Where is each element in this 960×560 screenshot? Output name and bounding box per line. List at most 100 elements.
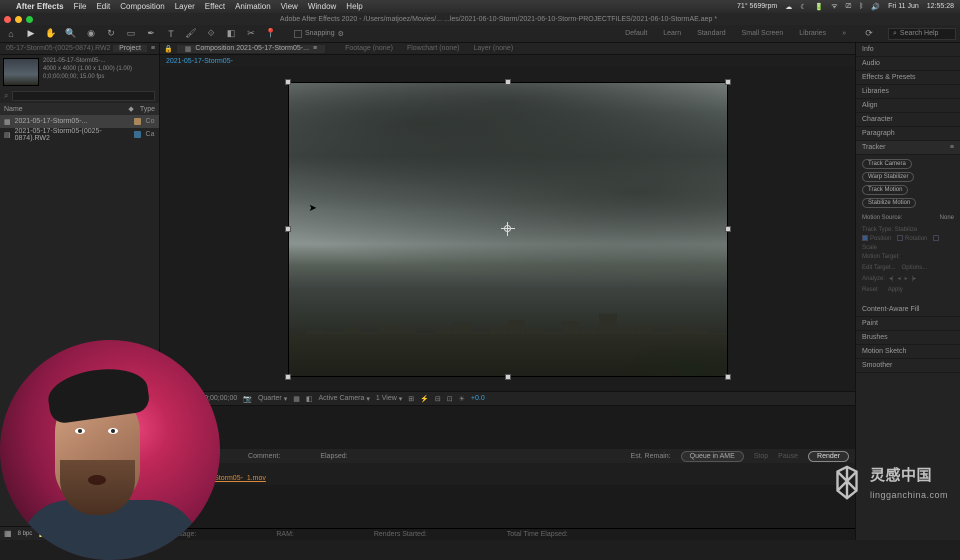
fast-preview-toggle[interactable]: ⚡ <box>420 395 429 403</box>
paint-panel[interactable]: Paint <box>856 317 960 331</box>
workspace-overflow-icon[interactable]: » <box>838 28 850 39</box>
snapping-toggle[interactable]: Snapping ⚙ <box>294 30 344 38</box>
eraser-tool-icon[interactable]: ◧ <box>224 27 238 41</box>
flowchart-tab[interactable]: Flowchart (none) <box>407 45 460 52</box>
character-panel[interactable]: Character <box>856 113 960 127</box>
stabilize-motion-button[interactable]: Stabilize Motion <box>862 198 916 208</box>
workspace-standard[interactable]: Standard <box>693 28 729 39</box>
menu-file[interactable]: File <box>74 2 87 11</box>
resize-handle-br[interactable] <box>725 374 731 380</box>
composition-breadcrumb[interactable]: 2021-05-17-Storm05- <box>160 55 855 67</box>
resolution-dropdown[interactable]: Quarter ▾ <box>258 395 287 403</box>
project-item-comp[interactable]: ▦ 2021-05-17-Storm05-... Co <box>0 115 159 128</box>
resize-handle-ml[interactable] <box>285 226 291 232</box>
transparency-grid-icon[interactable]: ▦ <box>293 395 300 403</box>
hand-tool-icon[interactable]: ✋ <box>44 27 58 41</box>
interpret-footage-icon[interactable]: ▦ <box>4 529 12 538</box>
resize-handle-tm[interactable] <box>505 79 511 85</box>
queue-in-ame-button[interactable]: Queue in AME <box>681 451 744 462</box>
motion-source-dropdown[interactable]: Motion Source: None <box>856 212 960 224</box>
track-camera-button[interactable]: Track Camera <box>862 159 912 169</box>
panel-menu-icon[interactable]: ≡ <box>950 144 954 151</box>
timecode[interactable]: 0;00;00;00 <box>204 395 237 402</box>
close-window[interactable] <box>4 16 11 23</box>
snapping-options-icon[interactable]: ⚙ <box>338 30 344 38</box>
menu-composition[interactable]: Composition <box>120 2 164 11</box>
sync-settings-icon[interactable]: ⟳ <box>862 27 876 41</box>
asset-thumbnail[interactable] <box>3 58 39 86</box>
cloud-sync-icon[interactable]: ☁ <box>785 3 792 11</box>
rotation-tool-icon[interactable]: ↻ <box>104 27 118 41</box>
project-item-footage[interactable]: ▤ 2021-05-17-Storm05-(0025-0874).RW2 Ca <box>0 128 159 141</box>
view-layout-dropdown[interactable]: 1 View ▾ <box>376 395 402 403</box>
pixel-aspect-icon[interactable]: ⊞ <box>408 395 414 403</box>
info-panel[interactable]: Info <box>856 43 960 57</box>
battery-icon[interactable]: 🔋 <box>814 3 823 11</box>
scale-checkbox[interactable] <box>933 235 939 241</box>
render-button[interactable]: Render <box>808 451 849 462</box>
label-color[interactable] <box>134 131 141 138</box>
tracker-panel-header[interactable]: Tracker ≡ <box>856 141 960 155</box>
menu-layer[interactable]: Layer <box>175 2 195 11</box>
workspace-libraries[interactable]: Libraries <box>795 28 830 39</box>
position-checkbox[interactable] <box>862 235 868 241</box>
volume-icon[interactable]: 🔊 <box>871 3 880 11</box>
timeline-icon[interactable]: ⊟ <box>435 395 441 403</box>
bluetooth-icon[interactable]: ᛒ <box>859 3 863 10</box>
smoother-panel[interactable]: Smoother <box>856 359 960 373</box>
wifi-icon[interactable]: ᯤ <box>831 2 837 11</box>
content-aware-fill-panel[interactable]: Content-Aware Fill <box>856 303 960 317</box>
motion-sketch-panel[interactable]: Motion Sketch <box>856 345 960 359</box>
camera-dropdown[interactable]: Active Camera ▾ <box>318 395 369 403</box>
selection-tool-icon[interactable]: ▶ <box>24 27 38 41</box>
clone-stamp-icon[interactable]: ⟐ <box>204 27 218 41</box>
pen-tool-icon[interactable]: ✒ <box>144 27 158 41</box>
align-panel[interactable]: Align <box>856 99 960 113</box>
exposure-value[interactable]: +0.0 <box>471 395 485 402</box>
footage-viewer-tab[interactable]: Footage (none) <box>345 45 393 52</box>
moon-icon[interactable]: ☾ <box>800 3 806 11</box>
brushes-panel[interactable]: Brushes <box>856 331 960 345</box>
audio-panel[interactable]: Audio <box>856 57 960 71</box>
mask-toggle-icon[interactable]: ◧ <box>306 395 313 403</box>
workspace-small[interactable]: Small Screen <box>738 28 788 39</box>
resize-handle-tr[interactable] <box>725 79 731 85</box>
rotation-checkbox[interactable] <box>897 235 903 241</box>
snapshot-icon[interactable]: 📷 <box>243 395 252 403</box>
panel-menu-icon[interactable]: ≡ <box>313 45 317 52</box>
roto-brush-icon[interactable]: ✂ <box>244 27 258 41</box>
project-tab[interactable]: Project <box>113 45 147 52</box>
resize-handle-bl[interactable] <box>285 374 291 380</box>
exposure-icon[interactable]: ☀ <box>459 395 465 403</box>
col-type[interactable]: Type <box>140 106 155 113</box>
panel-menu-icon[interactable]: ≡ <box>147 45 159 52</box>
menubar-time[interactable]: 12:55:28 <box>927 3 954 10</box>
paragraph-panel[interactable]: Paragraph <box>856 127 960 141</box>
flowchart-icon[interactable]: ⊡ <box>447 395 453 403</box>
menu-view[interactable]: View <box>281 2 298 11</box>
canvas[interactable]: ➤ <box>288 82 728 377</box>
resize-handle-tl[interactable] <box>285 79 291 85</box>
layer-viewer-tab[interactable]: Layer (none) <box>473 45 513 52</box>
col-label-icon[interactable]: ◆ <box>128 105 133 113</box>
brush-tool-icon[interactable]: 🖌 <box>184 27 198 41</box>
project-search-icon[interactable]: ⌕ <box>4 91 8 101</box>
anchor-point[interactable] <box>501 222 515 236</box>
search-help-input[interactable]: ⌕ Search Help <box>888 28 956 40</box>
effects-presets-panel[interactable]: Effects & Presets <box>856 71 960 85</box>
project-search-input[interactable] <box>12 91 155 101</box>
orbit-tool-icon[interactable]: ◉ <box>84 27 98 41</box>
workspace-learn[interactable]: Learn <box>659 28 685 39</box>
monitors-icon[interactable]: ⎚ <box>846 3 852 11</box>
resize-handle-mr[interactable] <box>725 226 731 232</box>
menu-effect[interactable]: Effect <box>205 2 225 11</box>
menu-window[interactable]: Window <box>308 2 336 11</box>
app-menu[interactable]: After Effects <box>16 2 64 11</box>
label-color[interactable] <box>134 118 141 125</box>
shape-tool-icon[interactable]: ▭ <box>124 27 138 41</box>
puppet-pin-icon[interactable]: 📍 <box>264 27 278 41</box>
minimize-window[interactable] <box>15 16 22 23</box>
effect-controls-tab[interactable]: 05-17-Storm05-(0025-0874).RW2 <box>0 45 113 52</box>
menubar-date[interactable]: Fri 11 Jun <box>888 3 919 10</box>
composition-tab[interactable]: ▦ Composition 2021-05-17-Storm05-... ≡ <box>177 45 325 53</box>
